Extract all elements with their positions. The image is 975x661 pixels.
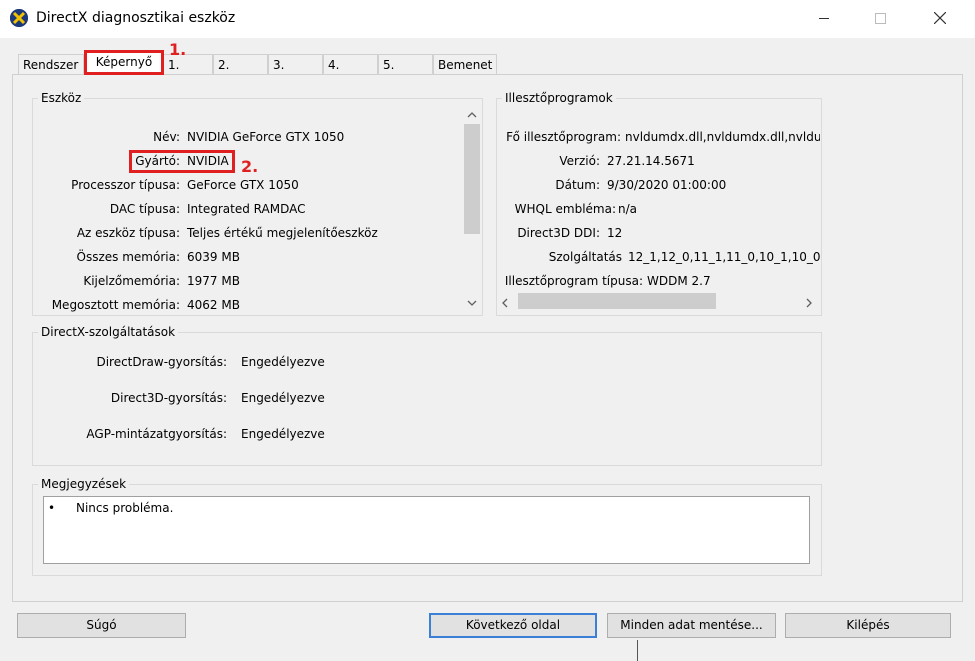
device-label-display-memory: Kijelzőmemória: [83,274,180,288]
drivers-label-version: Verzió: [559,154,600,168]
save-all-button[interactable]: Minden adat mentése... [607,613,776,638]
directx-label-direct3d: Direct3D-gyorsítás: [110,391,227,405]
window-title: DirectX diagnosztikai eszköz [36,10,236,26]
device-heading: Eszköz [38,91,85,105]
next-page-button[interactable]: Következő oldal [429,613,597,638]
device-label-total-memory: Összes memória: [76,250,180,264]
maximize-button[interactable] [857,0,903,36]
title-bar: DirectX diagnosztikai eszköz [0,0,975,38]
close-icon [934,12,946,24]
directx-heading: DirectX-szolgáltatások [38,325,179,339]
drivers-list: Fő illesztőprogram: nvldumdx.dll,nvldumd… [498,104,820,290]
drivers-label-features: Szolgáltatás [548,250,622,264]
notes-box[interactable]: • Nincs probléma. [43,496,810,564]
device-label-type: Az eszköz típusa: [76,226,180,240]
maximize-icon [874,12,886,24]
device-value-dac: Integrated RAMDAC [187,202,306,216]
device-scrollbar[interactable] [463,104,481,312]
minimize-icon [819,17,829,19]
tab-sound-2[interactable]: 2. hang [213,54,268,92]
annotation-2: 2. [241,157,259,176]
scroll-left-icon[interactable] [502,297,508,311]
divider [637,640,638,661]
directx-value-directdraw: Engedélyezve [241,355,325,369]
tab-system[interactable]: Rendszer [18,54,84,74]
h-scroll-thumb[interactable] [518,293,716,309]
device-list: Név: NVIDIA GeForce GTX 1050 Gyártó: NVI… [34,104,462,314]
drivers-value-version: 27.21.14.5671 [607,154,695,168]
directx-value-direct3d: Engedélyezve [241,391,325,405]
tab-display[interactable]: Képernyő [84,50,164,75]
tab-sound-5[interactable]: 5. hang [378,54,433,92]
close-button[interactable] [917,0,963,36]
device-value-display-memory: 1977 MB [187,274,240,288]
annotation-1: 1. [169,40,187,59]
device-label-dac: DAC típusa: [109,202,180,216]
drivers-value-type: WDDM 2.7 [647,274,711,288]
directx-label-agp: AGP-mintázatgyorsítás: [86,427,227,441]
highlight-manufacturer [129,150,235,173]
device-label-shared-memory: Megosztott memória: [51,298,180,312]
tab-sound-3[interactable]: 3. hang [268,54,323,92]
device-value-processor: GeForce GTX 1050 [187,178,299,192]
directx-value-agp: Engedélyezve [241,427,325,441]
drivers-label-type: Illesztőprogram típusa: [504,274,643,288]
drivers-value-date: 9/30/2020 01:00:00 [607,178,727,192]
drivers-value-whql: n/a [618,202,638,216]
notes-bullet: • [48,501,56,515]
drivers-value-features: 12_1,12_0,11_1,11_0,10_1,10_0,9_3,9_2,9_… [628,250,820,264]
directx-icon [10,9,28,27]
scroll-thumb[interactable] [464,124,480,234]
scroll-down-icon[interactable] [463,296,481,309]
tab-input[interactable]: Bemenet [433,54,497,74]
drivers-heading: Illesztőprogramok [502,91,616,105]
scroll-right-icon[interactable] [806,297,812,311]
scroll-up-icon[interactable] [463,108,481,121]
device-value-total-memory: 6039 MB [187,250,240,264]
notes-heading: Megjegyzések [38,477,130,491]
directx-label-directdraw: DirectDraw-gyorsítás: [96,355,227,369]
drivers-value-ddi: 12 [607,226,623,240]
device-value-type: Teljes értékű megjelenítőeszköz [187,226,378,240]
exit-button[interactable]: Kilépés [785,613,951,638]
device-label-name: Név: [153,130,180,144]
device-value-name: NVIDIA GeForce GTX 1050 [187,130,345,144]
minimize-button[interactable] [801,0,847,36]
help-button[interactable]: Súgó [17,613,186,638]
device-value-shared-memory: 4062 MB [187,298,240,312]
drivers-label-ddi: Direct3D DDI: [517,226,600,240]
drivers-label-main: Fő illesztőprogram: [506,130,621,144]
drivers-label-date: Dátum: [555,178,600,192]
device-label-processor: Processzor típusa: [71,178,180,192]
drivers-value-main: nvldumdx.dll,nvldumdx.dll,nvldumdx.dll,n… [625,130,820,144]
notes-item: Nincs probléma. [76,501,174,515]
tab-sound-4[interactable]: 4. hang [323,54,378,92]
drivers-h-scrollbar[interactable] [498,292,820,310]
drivers-label-whql: WHQL embléma: [514,202,616,216]
